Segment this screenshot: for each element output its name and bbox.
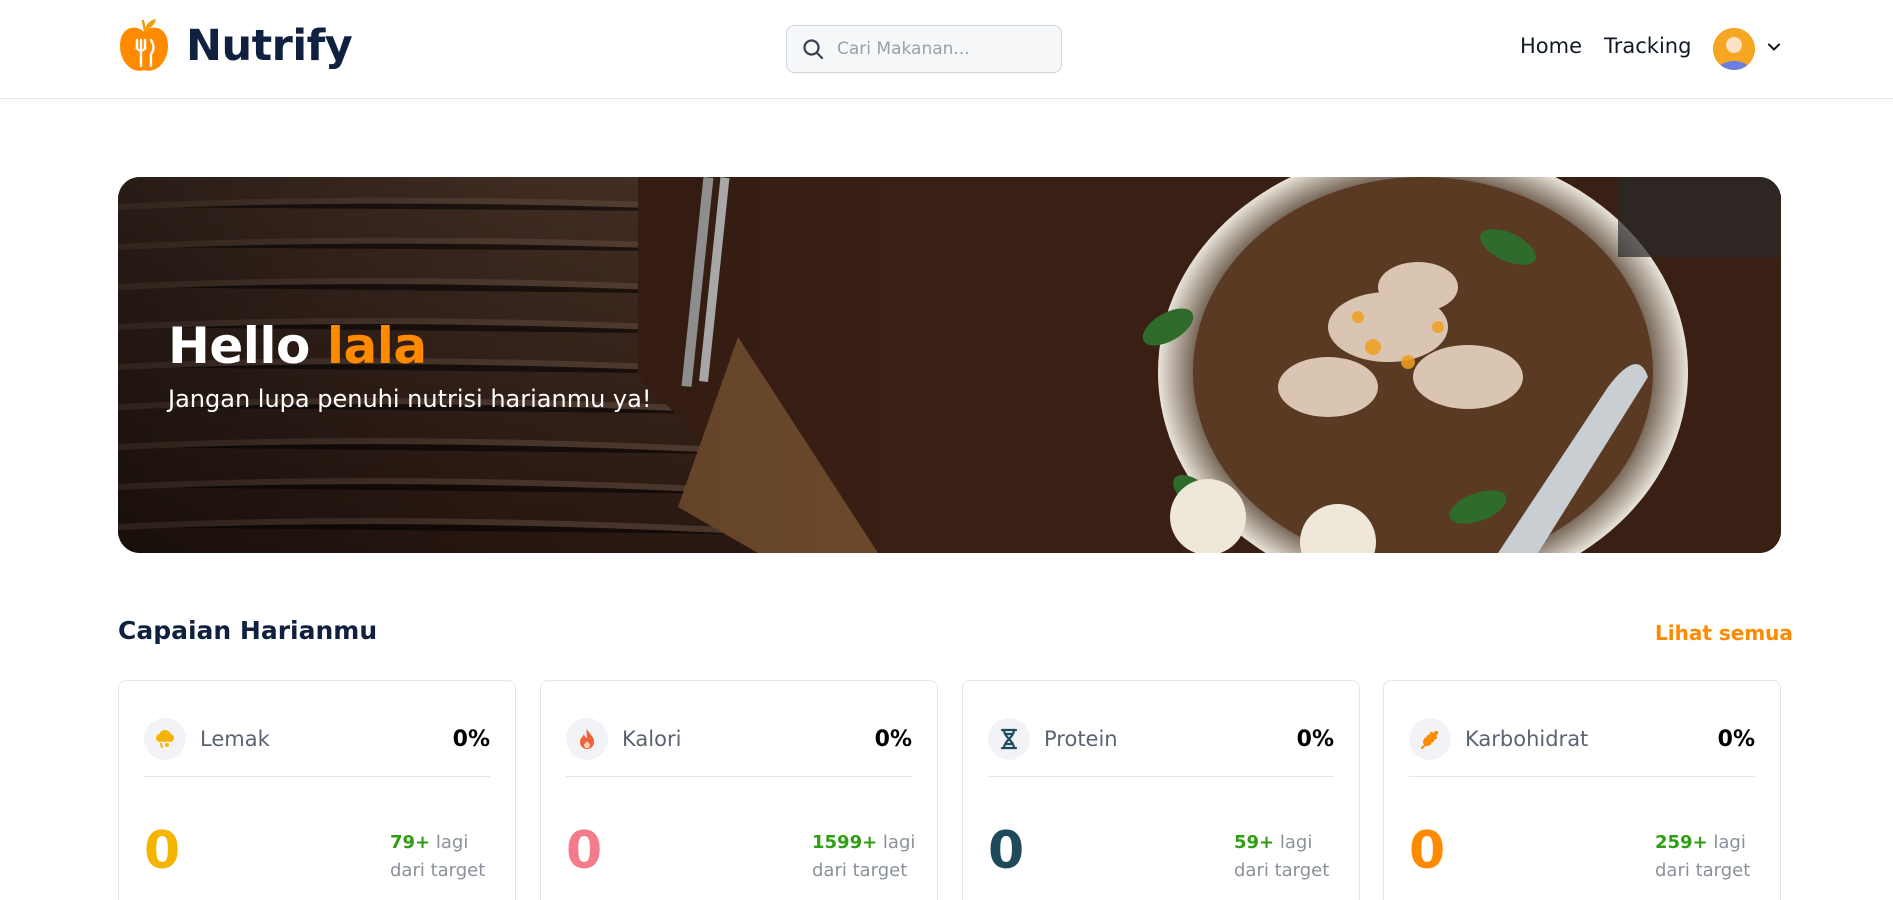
- apple-fork-logo-icon: [120, 19, 168, 71]
- card-remaining: 1599+ lagi dari target: [812, 829, 915, 885]
- card-percent: 0%: [452, 726, 490, 752]
- section-title: Capaian Harianmu: [118, 616, 378, 645]
- greeting-username: lala: [326, 317, 427, 375]
- nutrition-card-kalori[interactable]: Kalori 0% 0 1599+ lagi dari target: [540, 680, 938, 900]
- card-percent: 0%: [1296, 726, 1334, 752]
- search-input[interactable]: [837, 39, 1047, 59]
- dna-icon: [988, 718, 1030, 760]
- card-value: 0: [144, 821, 181, 881]
- card-divider: [566, 776, 912, 777]
- remaining-amount: 79+: [390, 832, 431, 853]
- search-icon: [803, 39, 824, 60]
- nav-home-link[interactable]: Home: [1520, 34, 1582, 58]
- card-percent: 0%: [1717, 726, 1755, 752]
- card-divider: [144, 776, 490, 777]
- top-navbar: Nutrify Home Tracking: [0, 0, 1893, 99]
- card-value: 0: [1409, 821, 1446, 881]
- remaining-label: lagi: [882, 832, 916, 853]
- user-avatar[interactable]: [1713, 28, 1755, 70]
- nutrition-card-protein[interactable]: Protein 0% 0 59+ lagi dari target: [962, 680, 1360, 900]
- card-value: 0: [988, 821, 1025, 881]
- card-label: Kalori: [622, 727, 682, 751]
- card-value: 0: [566, 821, 603, 881]
- remaining-label: lagi: [435, 832, 469, 853]
- target-label: dari target: [1655, 860, 1751, 881]
- remaining-amount: 59+: [1234, 832, 1275, 853]
- card-divider: [988, 776, 1334, 777]
- hero-banner: Hello lala Jangan lupa penuhi nutrisi ha…: [118, 177, 1781, 553]
- card-divider: [1409, 776, 1755, 777]
- target-label: dari target: [1234, 860, 1330, 881]
- remaining-label: lagi: [1713, 832, 1746, 853]
- target-label: dari target: [390, 860, 486, 881]
- card-remaining: 59+ lagi dari target: [1234, 829, 1329, 885]
- nav-tracking[interactable]: Tracking: [1604, 34, 1691, 58]
- chevron-down-icon[interactable]: [1765, 38, 1783, 56]
- hero-greeting: Hello lala: [168, 317, 651, 375]
- card-header: Karbohidrat 0%: [1409, 718, 1755, 760]
- see-all-link[interactable]: Lihat semua: [1655, 621, 1793, 645]
- brand-name: Nutrify: [186, 21, 353, 71]
- card-percent: 0%: [874, 726, 912, 752]
- nav-home[interactable]: Home: [1520, 34, 1582, 58]
- card-header: Kalori 0%: [566, 718, 912, 760]
- wheat-icon: [1409, 718, 1451, 760]
- target-label: dari target: [812, 860, 908, 881]
- remaining-amount: 259+: [1655, 832, 1708, 853]
- remaining-amount: 1599+: [812, 832, 878, 853]
- nutrition-card-lemak[interactable]: Lemak 0% 0 79+ lagi dari target: [118, 680, 516, 900]
- brand-logo[interactable]: Nutrify: [118, 18, 353, 74]
- greeting-word: Hello: [168, 317, 310, 375]
- remaining-label: lagi: [1279, 832, 1313, 853]
- card-remaining: 79+ lagi dari target: [390, 829, 485, 885]
- search-bar[interactable]: [786, 25, 1062, 73]
- hero-subtitle: Jangan lupa penuhi nutrisi harianmu ya!: [168, 385, 652, 413]
- hero-text: Hello lala Jangan lupa penuhi nutrisi ha…: [168, 317, 651, 413]
- card-label: Protein: [1044, 727, 1118, 751]
- card-header: Protein 0%: [988, 718, 1334, 760]
- nav-tracking-link[interactable]: Tracking: [1604, 34, 1691, 58]
- card-label: Lemak: [200, 727, 270, 751]
- user-avatar-icon: [1713, 28, 1755, 70]
- fire-icon: [566, 718, 608, 760]
- nutrition-card-karbohidrat[interactable]: Karbohidrat 0% 0 259+ lagi dari target: [1383, 680, 1781, 900]
- card-remaining: 259+ lagi dari target: [1655, 829, 1750, 885]
- card-header: Lemak 0%: [144, 718, 490, 760]
- fat-icon: [144, 718, 186, 760]
- card-label: Karbohidrat: [1465, 727, 1589, 751]
